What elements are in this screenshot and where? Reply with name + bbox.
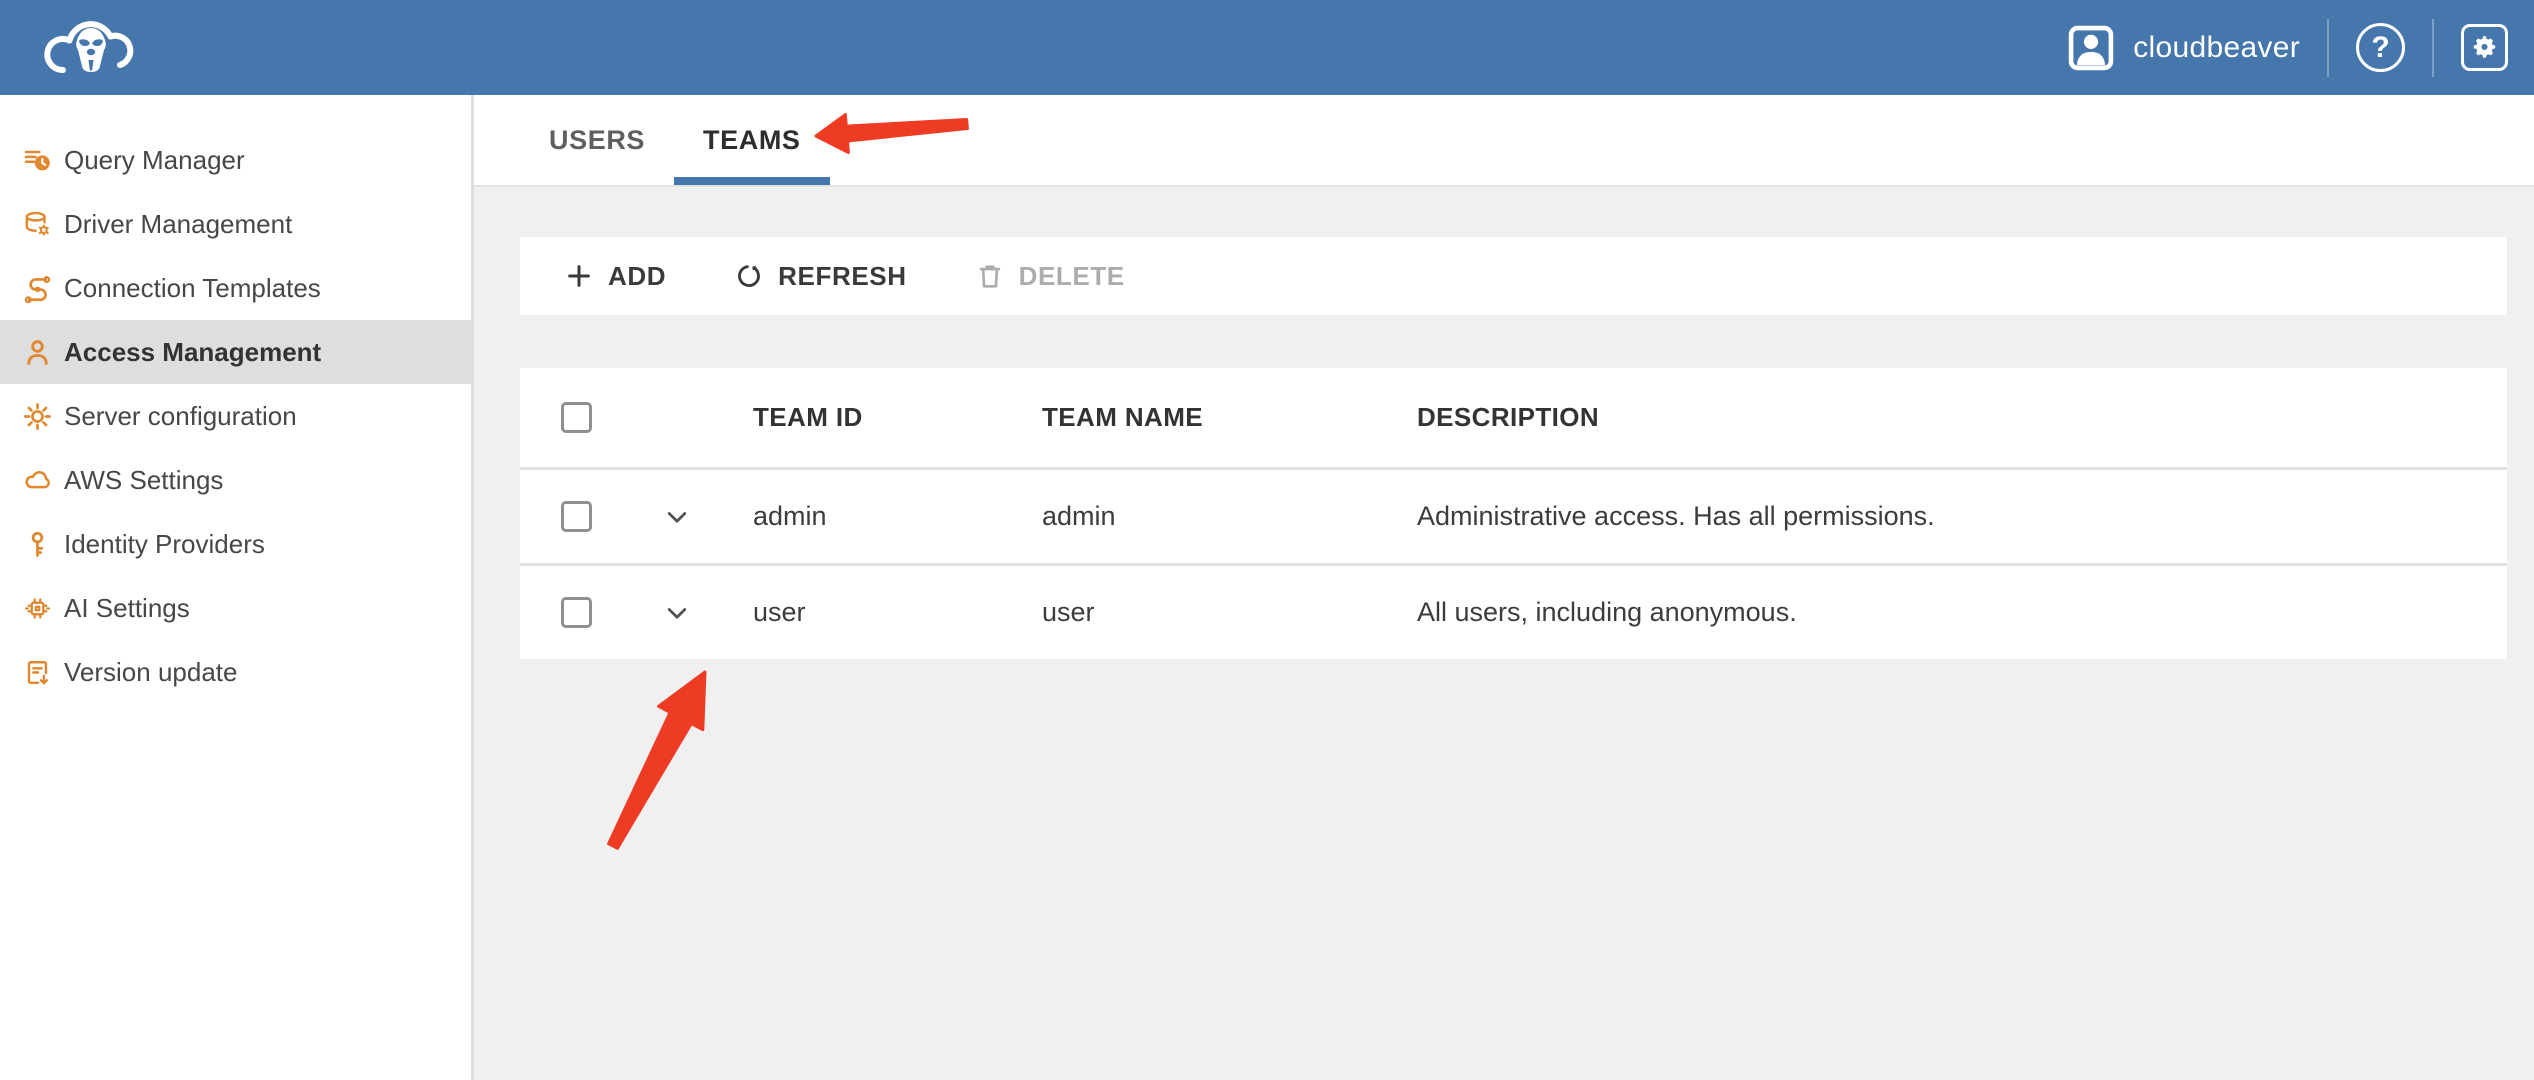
cell-team-name: user xyxy=(1015,597,1390,628)
tab-label: USERS xyxy=(549,125,645,156)
main-area: USERS TEAMS ADD RE xyxy=(474,95,2534,1080)
cloudbeaver-admin-app: cloudbeaver ? xyxy=(0,0,2534,1080)
sidebar-item-label: Server configuration xyxy=(64,401,297,432)
sidebar-item-aws-settings[interactable]: AWS Settings xyxy=(0,448,471,512)
sidebar-item-identity-providers[interactable]: Identity Providers xyxy=(0,512,471,576)
delete-button-label: DELETE xyxy=(1019,261,1125,292)
help-button[interactable]: ? xyxy=(2356,23,2405,72)
sidebar-item-ai-settings[interactable]: AI Settings xyxy=(0,576,471,640)
aws-cloud-icon xyxy=(23,466,52,495)
table-row-user[interactable]: user user All users, including anonymous… xyxy=(520,563,2507,659)
row-expander-cell xyxy=(628,596,726,630)
sidebar-item-server-configuration[interactable]: Server configuration xyxy=(0,384,471,448)
sidebar-item-driver-management[interactable]: Driver Management xyxy=(0,192,471,256)
row-expander-cell xyxy=(628,500,726,534)
refresh-button-label: REFRESH xyxy=(778,261,906,292)
topbar-divider xyxy=(2432,19,2434,77)
add-button[interactable]: ADD xyxy=(564,261,666,292)
cell-team-id: user xyxy=(726,597,1015,628)
sidebar-item-label: Driver Management xyxy=(64,209,292,240)
query-manager-icon xyxy=(23,146,52,175)
user-avatar-icon xyxy=(2068,24,2114,72)
user-block[interactable]: cloudbeaver xyxy=(2068,24,2300,72)
tabbar: USERS TEAMS xyxy=(474,95,2534,187)
page-body: Query Manager Driver Management xyxy=(0,95,2534,1080)
table-row-admin[interactable]: admin admin Administrative access. Has a… xyxy=(520,467,2507,563)
sidebar-item-connection-templates[interactable]: Connection Templates xyxy=(0,256,471,320)
sidebar-item-label: Version update xyxy=(64,657,237,688)
sidebar-item-version-update[interactable]: Version update xyxy=(0,640,471,704)
access-management-icon xyxy=(23,338,52,367)
tab-users[interactable]: USERS xyxy=(520,95,674,185)
column-header-description: DESCRIPTION xyxy=(1390,402,2507,433)
server-configuration-icon xyxy=(23,402,52,431)
row-checkbox[interactable] xyxy=(561,597,592,628)
sidebar-item-label: AI Settings xyxy=(64,593,190,624)
chevron-down-icon[interactable] xyxy=(660,500,694,534)
sidebar-item-label: AWS Settings xyxy=(64,465,223,496)
user-name: cloudbeaver xyxy=(2133,31,2300,65)
sidebar-item-access-management[interactable]: Access Management xyxy=(0,320,471,384)
refresh-button[interactable]: REFRESH xyxy=(734,261,906,292)
sidebar-item-label: Connection Templates xyxy=(64,273,321,304)
sidebar-item-label: Access Management xyxy=(64,337,321,368)
select-all-checkbox[interactable] xyxy=(561,402,592,433)
connection-templates-icon xyxy=(23,274,52,303)
add-button-label: ADD xyxy=(608,261,666,292)
table-header-row: TEAM ID TEAM NAME DESCRIPTION xyxy=(520,368,2507,467)
version-update-icon xyxy=(23,658,52,687)
plus-icon xyxy=(564,261,594,291)
cloudbeaver-logo-icon xyxy=(37,12,141,84)
chevron-down-icon[interactable] xyxy=(660,596,694,630)
row-checkbox[interactable] xyxy=(561,501,592,532)
cell-description: All users, including anonymous. xyxy=(1390,597,2507,628)
driver-management-icon xyxy=(23,210,52,239)
sidebar-item-label: Identity Providers xyxy=(64,529,265,560)
settings-button[interactable] xyxy=(2461,24,2508,71)
column-header-team-id: TEAM ID xyxy=(726,402,1015,433)
admin-sidebar: Query Manager Driver Management xyxy=(0,95,474,1080)
gear-icon xyxy=(2471,34,2498,61)
ai-chip-icon xyxy=(23,594,52,623)
sidebar-item-query-manager[interactable]: Query Manager xyxy=(0,128,471,192)
row-checkbox-cell xyxy=(520,501,628,532)
delete-button[interactable]: DELETE xyxy=(975,261,1125,292)
identity-key-icon xyxy=(23,530,52,559)
cell-team-name: admin xyxy=(1015,501,1390,532)
row-checkbox-cell xyxy=(520,597,628,628)
tab-label: TEAMS xyxy=(703,125,801,156)
cell-team-id: admin xyxy=(726,501,1015,532)
help-icon: ? xyxy=(2371,31,2389,65)
trash-icon xyxy=(975,261,1005,291)
topbar: cloudbeaver ? xyxy=(0,0,2534,95)
tab-teams[interactable]: TEAMS xyxy=(674,95,830,185)
teams-toolbar: ADD REFRESH xyxy=(520,237,2507,315)
topbar-divider xyxy=(2327,19,2329,77)
header-checkbox-cell xyxy=(520,402,628,433)
cell-description: Administrative access. Has all permissio… xyxy=(1390,501,2507,532)
refresh-icon xyxy=(734,261,764,291)
teams-table: TEAM ID TEAM NAME DESCRIPTION admin admi… xyxy=(520,368,2507,659)
column-header-team-name: TEAM NAME xyxy=(1015,402,1390,433)
sidebar-item-label: Query Manager xyxy=(64,145,245,176)
